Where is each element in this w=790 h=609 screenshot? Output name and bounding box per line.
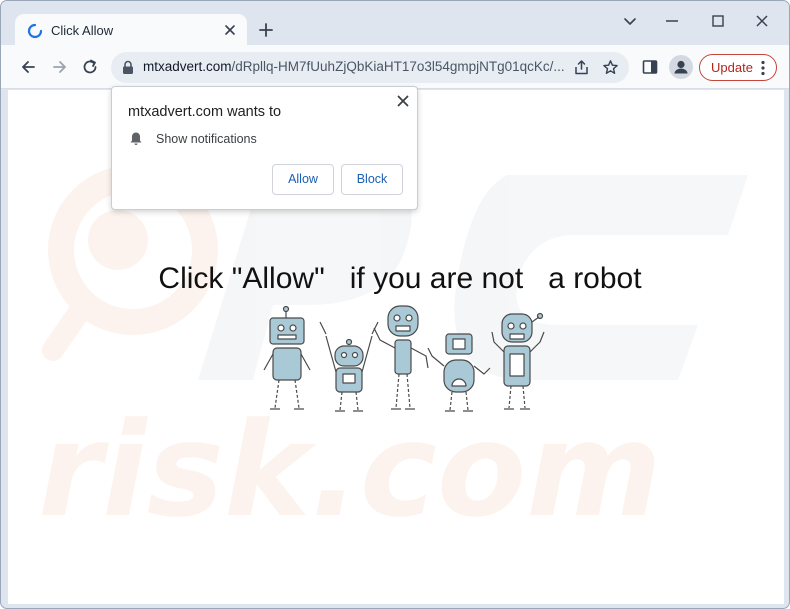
block-button[interactable]: Block <box>341 164 403 195</box>
robot-4 <box>427 333 491 412</box>
robot-1 <box>263 305 311 410</box>
robot-5 <box>491 312 545 410</box>
loading-icon <box>27 23 43 39</box>
permission-text: Show notifications <box>156 132 257 146</box>
address-bar[interactable]: mtxadvert.com/dRpllq-HM7fUuhZjQbKiaHT17o… <box>111 52 629 83</box>
share-icon[interactable] <box>573 59 590 76</box>
tab-title: Click Allow <box>51 23 114 38</box>
update-button[interactable]: Update <box>699 54 777 81</box>
side-panel-icon[interactable] <box>641 58 659 76</box>
minimize-icon[interactable] <box>664 13 680 29</box>
person-icon <box>674 60 688 74</box>
profile-avatar[interactable] <box>669 55 693 79</box>
back-arrow-icon[interactable] <box>19 58 37 76</box>
popup-title: mtxadvert.com wants to <box>128 104 282 120</box>
lock-icon[interactable] <box>121 60 135 75</box>
browser-window: Click Allow mtxadvert.com/dRpllq-HM7fUuh… <box>0 0 790 609</box>
notification-permission-popup: mtxadvert.com wants to Show notification… <box>111 86 418 210</box>
url-host: mtxadvert.com <box>143 59 232 74</box>
more-menu-icon[interactable] <box>761 60 765 76</box>
chevron-down-icon[interactable] <box>622 13 638 29</box>
robot-3 <box>373 305 429 410</box>
forward-arrow-icon[interactable] <box>51 58 69 76</box>
close-tab-icon[interactable] <box>222 22 238 38</box>
update-label: Update <box>711 60 753 75</box>
url-path: /dRpllq-HM7fUuhZjQbKiaHT17o3l54gmpjNTg01… <box>231 59 565 74</box>
tab-click-allow[interactable]: Click Allow <box>15 14 247 47</box>
robots-illustration <box>263 305 545 412</box>
url-text[interactable]: mtxadvert.com/dRpllq-HM7fUuhZjQbKiaHT17o… <box>143 59 565 77</box>
bell-icon <box>130 132 142 145</box>
allow-button[interactable]: Allow <box>272 164 334 195</box>
maximize-icon[interactable] <box>710 13 726 29</box>
toolbar: mtxadvert.com/dRpllq-HM7fUuhZjQbKiaHT17o… <box>1 45 789 89</box>
reload-icon[interactable] <box>81 58 99 76</box>
robot-2 <box>319 321 379 412</box>
star-icon[interactable] <box>602 59 619 76</box>
close-icon[interactable] <box>754 13 770 29</box>
tab-strip: Click Allow <box>1 1 789 47</box>
close-icon[interactable] <box>396 94 410 108</box>
page-headline: Click "Allow" if you are not a robot <box>158 262 642 295</box>
plus-icon[interactable] <box>258 22 274 38</box>
